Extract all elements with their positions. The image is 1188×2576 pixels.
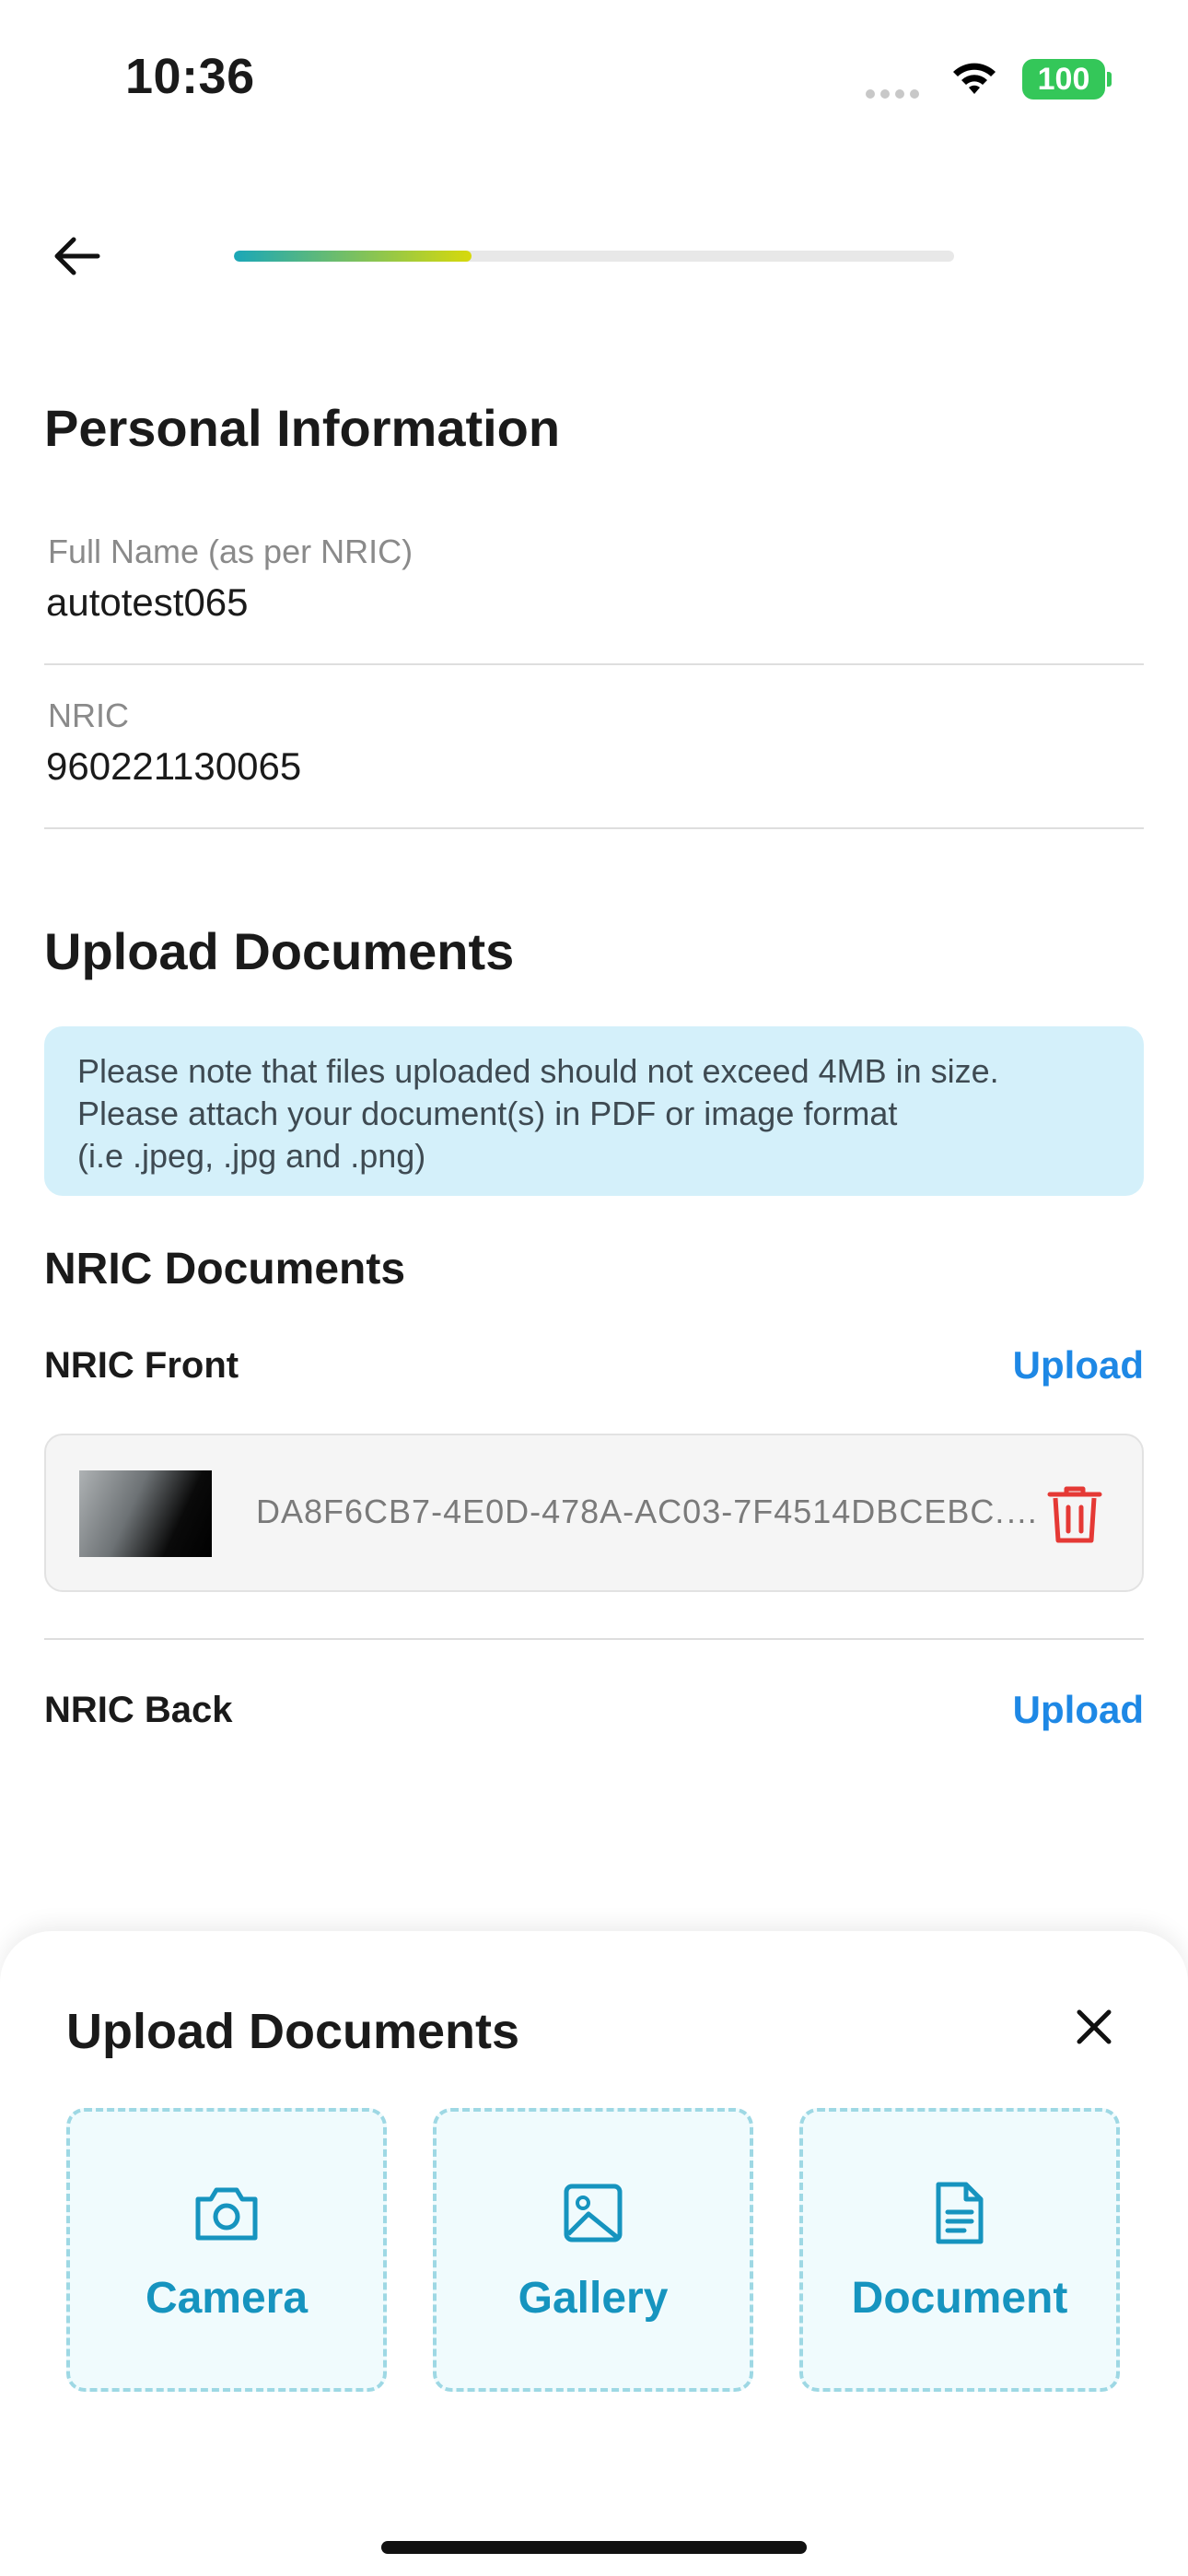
status-time: 10:36: [125, 49, 255, 104]
divider: [44, 663, 1144, 665]
nric-label: NRIC: [48, 697, 129, 734]
document-option-label: Document: [851, 2273, 1068, 2323]
note-line-2: Please attach your document(s) in PDF or…: [77, 1095, 898, 1132]
image-icon: [564, 2184, 623, 2242]
note-line-1: Please note that files uploaded should n…: [77, 1052, 999, 1090]
back-arrow-icon[interactable]: [48, 227, 107, 286]
nric-back-label: NRIC Back: [44, 1690, 233, 1730]
battery-icon: 100: [1022, 59, 1105, 100]
camera-option-label: Camera: [145, 2273, 309, 2323]
note-line-3: (i.e .jpeg, .jpg and .png): [77, 1137, 426, 1175]
home-indicator: [381, 2541, 807, 2554]
full-name-label: Full Name (as per NRIC): [48, 533, 413, 570]
document-icon: [936, 2182, 984, 2243]
divider: [44, 1638, 1144, 1640]
trash-icon[interactable]: [1046, 1483, 1103, 1546]
nric-back-upload-button[interactable]: Upload: [1013, 1688, 1144, 1732]
file-size-note: Please note that files uploaded should n…: [44, 1026, 1144, 1196]
file-name: DA8F6CB7-4E0D-478A-AC03-7F4514DBCEBC.jpg: [256, 1493, 1041, 1530]
battery-tip: [1107, 72, 1112, 87]
file-thumbnail[interactable]: [79, 1470, 212, 1557]
close-icon[interactable]: [1068, 2001, 1120, 2053]
progress-fill: [234, 251, 472, 262]
wifi-icon: [953, 63, 996, 94]
camera-option-button[interactable]: Camera: [66, 2108, 387, 2392]
nric-front-label: NRIC Front: [44, 1345, 239, 1386]
upload-documents-title: Upload Documents: [44, 922, 515, 980]
gallery-option-label: Gallery: [518, 2273, 669, 2323]
nric-documents-title: NRIC Documents: [44, 1245, 406, 1294]
progress-bar: [234, 251, 954, 262]
nric-field[interactable]: 960221130065: [46, 744, 301, 789]
camera-icon: [195, 2187, 258, 2240]
nric-front-upload-button[interactable]: Upload: [1013, 1343, 1144, 1388]
full-name-field[interactable]: autotest065: [46, 580, 249, 625]
gallery-option-button[interactable]: Gallery: [433, 2108, 753, 2392]
battery-level: 100: [1037, 61, 1090, 97]
document-option-button[interactable]: Document: [799, 2108, 1120, 2392]
cellular-signal-icon: [866, 87, 925, 103]
personal-info-title: Personal Information: [44, 399, 561, 457]
divider: [44, 827, 1144, 829]
sheet-title: Upload Documents: [66, 2004, 520, 2059]
